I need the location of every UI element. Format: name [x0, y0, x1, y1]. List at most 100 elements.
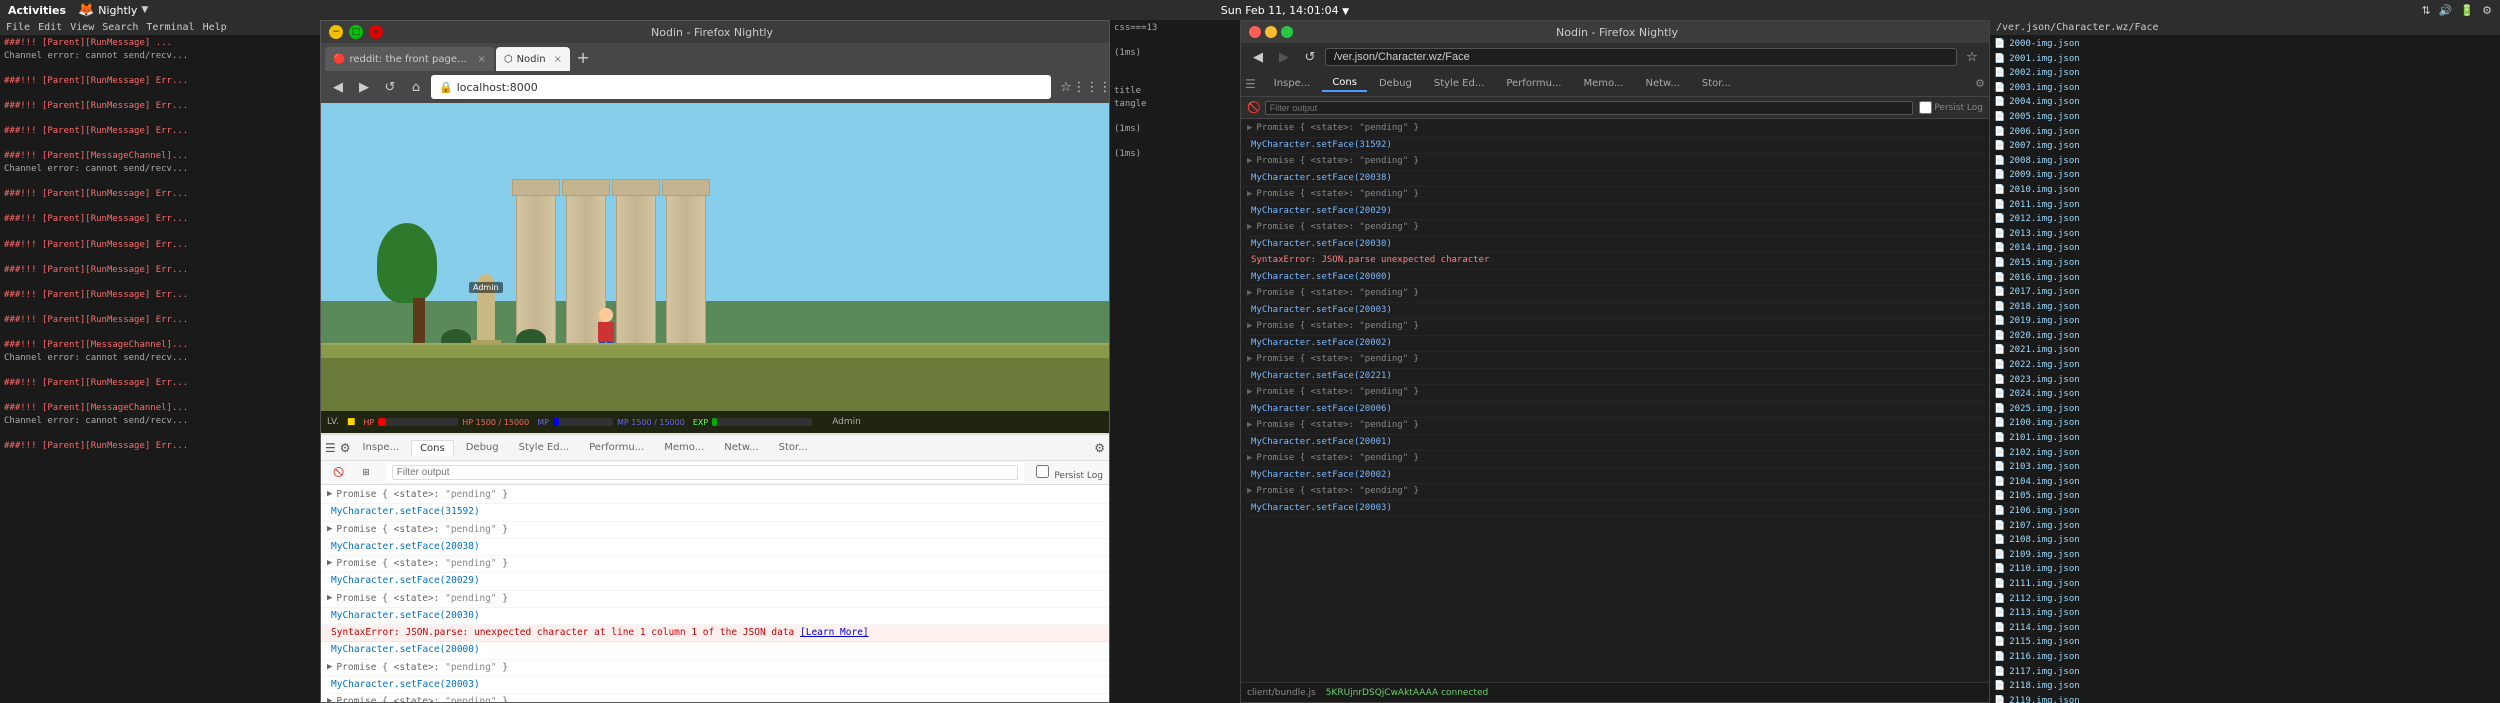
nodin-tab-inspector[interactable]: Inspe...	[1264, 76, 1321, 91]
term-menu-search[interactable]: Search	[102, 22, 138, 33]
file-entry[interactable]: 📄2017.img.json	[1994, 285, 2496, 300]
nodin-tab-network[interactable]: Netw...	[1636, 76, 1690, 91]
learn-more-link[interactable]: [Learn More]	[800, 627, 869, 638]
file-entry[interactable]: 📄2023.img.json	[1994, 373, 2496, 388]
file-entry[interactable]: 📄2024.img.json	[1994, 387, 2496, 402]
file-entry[interactable]: 📄2010.img.json	[1994, 183, 2496, 198]
console-expand-arrow[interactable]: ▶	[327, 488, 332, 502]
persist-log-checkbox[interactable]	[1036, 465, 1049, 478]
file-entry[interactable]: 📄2116.img.json	[1994, 650, 2496, 665]
file-entry[interactable]: 📄2104.img.json	[1994, 475, 2496, 490]
file-entry[interactable]: 📄2004.img.json	[1994, 95, 2496, 110]
dt-tab-debugger[interactable]: Debug	[458, 440, 507, 455]
nodin-tab-console[interactable]: Cons	[1322, 75, 1367, 92]
file-entry[interactable]: 📄2005.img.json	[1994, 110, 2496, 125]
forward-button[interactable]: ▶	[353, 76, 375, 98]
nodin-close-button[interactable]	[1249, 26, 1261, 38]
file-entry[interactable]: 📄2102.img.json	[1994, 446, 2496, 461]
file-entry[interactable]: 📄2012.img.json	[1994, 212, 2496, 227]
nodin-bookmark-button[interactable]: ☆	[1961, 46, 1983, 68]
term-menu-view[interactable]: View	[70, 22, 94, 33]
nodin-tab-debugger[interactable]: Debug	[1369, 76, 1422, 91]
file-entry[interactable]: 📄2007.img.json	[1994, 139, 2496, 154]
file-entry[interactable]: 📄2020.img.json	[1994, 329, 2496, 344]
file-entry[interactable]: 📄2009.img.json	[1994, 168, 2496, 183]
file-entry[interactable]: 📄2106.img.json	[1994, 504, 2496, 519]
term-menu-file[interactable]: File	[6, 22, 30, 33]
file-entry[interactable]: 📄2014.img.json	[1994, 241, 2496, 256]
term-menu-edit[interactable]: Edit	[38, 22, 62, 33]
file-entry[interactable]: 📄2000-img.json	[1994, 37, 2496, 52]
file-entry[interactable]: 📄2118.img.json	[1994, 679, 2496, 694]
ff-maximize-button[interactable]: □	[349, 25, 363, 39]
nodin-tab-memory[interactable]: Memo...	[1574, 76, 1634, 91]
home-button[interactable]: ⌂	[405, 76, 427, 98]
file-entry[interactable]: 📄2013.img.json	[1994, 227, 2496, 242]
file-entry[interactable]: 📄2018.img.json	[1994, 300, 2496, 315]
dt-tab-console[interactable]: Cons	[411, 440, 454, 456]
file-entry[interactable]: 📄2016.img.json	[1994, 271, 2496, 286]
nodin-filter-input[interactable]	[1265, 101, 1914, 115]
file-entry[interactable]: 📄2100.img.json	[1994, 416, 2496, 431]
term-menu-terminal[interactable]: Terminal	[146, 22, 194, 33]
dt-tab-inspector[interactable]: Inspe...	[355, 440, 408, 455]
nodin-expand-arrow[interactable]: ▶	[1247, 122, 1252, 136]
file-entry[interactable]: 📄2021.img.json	[1994, 343, 2496, 358]
file-entry[interactable]: 📄2117.img.json	[1994, 665, 2496, 680]
activities-label[interactable]: Activities	[8, 4, 66, 17]
nodin-tab-storage[interactable]: Stor...	[1692, 76, 1741, 91]
dt-settings-icon[interactable]: ⚙	[1094, 441, 1105, 455]
file-entry[interactable]: 📄2109.img.json	[1994, 548, 2496, 563]
nodin-tab-style-editor[interactable]: Style Ed...	[1424, 76, 1495, 91]
nodin-expand-arrow[interactable]: ▶	[1247, 287, 1252, 301]
term-menu-help[interactable]: Help	[203, 22, 227, 33]
back-button[interactable]: ◀	[327, 76, 349, 98]
file-entry[interactable]: 📄2112.img.json	[1994, 592, 2496, 607]
nodin-tab-performance[interactable]: Performu...	[1496, 76, 1571, 91]
file-entry[interactable]: 📄2002.img.json	[1994, 66, 2496, 81]
file-entry[interactable]: 📄2103.img.json	[1994, 460, 2496, 475]
file-entry[interactable]: 📄2101.img.json	[1994, 431, 2496, 446]
nodin-clear-icon[interactable]: 🚫	[1247, 101, 1261, 114]
nodin-expand-arrow[interactable]: ▶	[1247, 353, 1252, 367]
nodin-expand-arrow[interactable]: ▶	[1247, 320, 1252, 334]
settings-icon[interactable]: ⚙	[2482, 4, 2492, 17]
file-entry[interactable]: 📄2111.img.json	[1994, 577, 2496, 592]
dt-tab-style-editor[interactable]: Style Ed...	[511, 440, 578, 455]
nodin-reload-button[interactable]: ↺	[1299, 46, 1321, 68]
filter-input[interactable]	[392, 465, 1019, 480]
nodin-forward-button[interactable]: ▶	[1273, 46, 1295, 68]
ff-close-button[interactable]: ×	[369, 25, 383, 39]
nodin-expand-arrow[interactable]: ▶	[1247, 419, 1252, 433]
file-entry[interactable]: 📄2114.img.json	[1994, 621, 2496, 636]
file-entry[interactable]: 📄2110.img.json	[1994, 562, 2496, 577]
nodin-minimize-button[interactable]	[1265, 26, 1277, 38]
nodin-maximize-button[interactable]	[1281, 26, 1293, 38]
tab-nodin-close[interactable]: ×	[554, 54, 562, 65]
reload-button[interactable]: ↺	[379, 76, 401, 98]
nodin-path-input[interactable]	[1325, 48, 1957, 66]
nodin-expand-arrow[interactable]: ▶	[1247, 155, 1252, 169]
file-entry[interactable]: 📄2107.img.json	[1994, 519, 2496, 534]
console-filter-button[interactable]: ⊞	[356, 466, 376, 479]
nodin-expand-arrow[interactable]: ▶	[1247, 452, 1252, 466]
nodin-expand-arrow[interactable]: ▶	[1247, 221, 1252, 235]
new-tab-button[interactable]: +	[572, 46, 594, 68]
network-icon[interactable]: ⇅	[2422, 4, 2431, 17]
nodin-expand-arrow[interactable]: ▶	[1247, 386, 1252, 400]
file-entry[interactable]: 📄2108.img.json	[1994, 533, 2496, 548]
console-expand-arrow[interactable]: ▶	[327, 592, 332, 606]
file-entry[interactable]: 📄2025.img.json	[1994, 402, 2496, 417]
file-entry[interactable]: 📄2022.img.json	[1994, 358, 2496, 373]
dt-tab-network[interactable]: Netw...	[716, 440, 766, 455]
nodin-dt-settings-icon[interactable]: ⚙	[1975, 77, 1985, 90]
file-entry[interactable]: 📄2011.img.json	[1994, 198, 2496, 213]
dt-tab-performance[interactable]: Performu...	[581, 440, 652, 455]
file-entry[interactable]: 📄2015.img.json	[1994, 256, 2496, 271]
file-entry[interactable]: 📄2008.img.json	[1994, 154, 2496, 169]
ff-minimize-button[interactable]: −	[329, 25, 343, 39]
file-entry[interactable]: 📄2019.img.json	[1994, 314, 2496, 329]
overflow-menu-button[interactable]: ⋮⋮⋮	[1081, 76, 1103, 98]
nodin-expand-arrow[interactable]: ▶	[1247, 485, 1252, 499]
nodin-expand-arrow[interactable]: ▶	[1247, 188, 1252, 202]
